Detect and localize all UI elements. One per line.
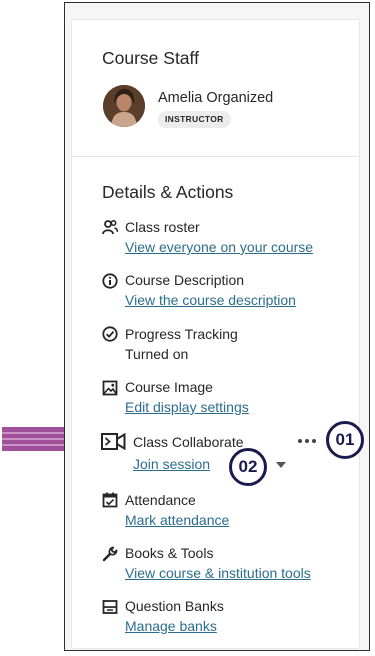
course-image-title: Course Image (125, 379, 213, 395)
calendar-icon (102, 492, 118, 508)
callout-02: 02 (229, 448, 267, 486)
course-staff-heading: Course Staff (102, 48, 199, 68)
avatar-photo (103, 85, 145, 127)
books-tools-title: Books & Tools (125, 545, 214, 561)
course-description-title: Course Description (125, 272, 245, 288)
question-bank-icon (102, 600, 118, 614)
edit-display-settings-link[interactable]: Edit display settings (125, 399, 249, 415)
view-description-link[interactable]: View the course description (125, 292, 296, 308)
wrench-icon (102, 546, 118, 562)
mark-attendance-link[interactable]: Mark attendance (125, 512, 229, 528)
join-session-link[interactable]: Join session (133, 456, 210, 472)
class-collaborate-title: Class Collaborate (133, 434, 244, 450)
check-circle-icon (102, 326, 118, 342)
image-icon (102, 380, 118, 396)
view-tools-link[interactable]: View course & institution tools (125, 565, 311, 581)
class-roster-title: Class roster (125, 219, 200, 235)
people-icon (102, 220, 118, 235)
details-actions-heading: Details & Actions (102, 182, 234, 202)
section-divider (72, 156, 359, 157)
question-banks-title: Question Banks (125, 598, 224, 614)
staff-member-name[interactable]: Amelia Organized (158, 90, 273, 106)
info-icon (102, 273, 118, 289)
attendance-title: Attendance (125, 492, 196, 508)
manage-banks-link[interactable]: Manage banks (125, 618, 217, 634)
view-roster-link[interactable]: View everyone on your course (125, 239, 313, 255)
avatar[interactable] (103, 85, 145, 127)
chevron-down-icon[interactable] (276, 461, 286, 469)
callout-01: 01 (326, 421, 364, 459)
progress-tracking-status: Turned on (125, 346, 189, 362)
video-camera-icon (101, 433, 126, 450)
role-badge: INSTRUCTOR (158, 111, 231, 128)
progress-tracking-title: Progress Tracking (125, 326, 238, 342)
more-options-button[interactable] (296, 434, 318, 448)
course-panel: Course Staff Amelia Organized INSTRUCTOR… (64, 2, 370, 651)
